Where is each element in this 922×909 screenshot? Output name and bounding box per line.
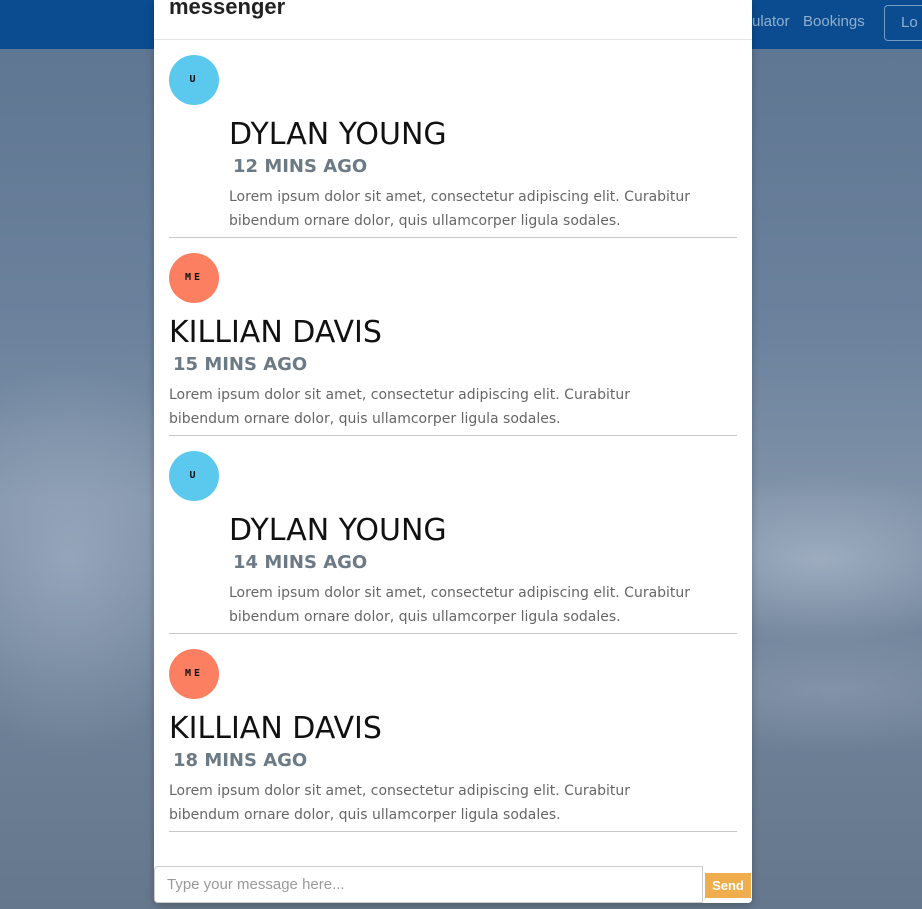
message-timestamp: 18 MINS AGO [173,750,308,771]
send-button[interactable]: Send [705,873,751,898]
message-text: Lorem ipsum dolor sit amet, consectetur … [229,189,691,229]
message-timestamp: 12 MINS AGO [233,156,368,177]
message-body: KILLIAN DAVIS 15 MINS AGO Lorem ipsum do… [169,313,649,431]
message-text: Lorem ipsum dolor sit amet, consectetur … [169,783,631,823]
message-item: ME KILLIAN DAVIS 15 MINS AGO Lorem ipsum… [169,238,737,436]
message-timestamp: 14 MINS AGO [233,552,368,573]
nav-link-bookings[interactable]: Bookings [803,13,865,30]
avatar: U [169,451,219,501]
sender-name: KILLIAN DAVIS [169,711,382,746]
message-timestamp: 15 MINS AGO [173,354,308,375]
message-composer: Send [154,866,752,903]
message-body: DYLAN YOUNG 14 MINS AGO Lorem ipsum dolo… [229,511,709,629]
sender-name: KILLIAN DAVIS [169,315,382,350]
messenger-modal: messenger U DYLAN YOUNG 12 MINS AGO Lore… [154,0,752,903]
login-button[interactable]: Lo [884,5,922,41]
modal-title: messenger [169,0,286,19]
message-item: U DYLAN YOUNG 14 MINS AGO Lorem ipsum do… [169,436,737,634]
avatar: ME [169,253,219,303]
message-item: U DYLAN YOUNG 12 MINS AGO Lorem ipsum do… [169,40,737,238]
message-input[interactable] [154,866,703,903]
nav-link-calculator[interactable]: ulator [752,13,790,30]
modal-header: messenger [154,0,752,40]
message-item: ME KILLIAN DAVIS 18 MINS AGO Lorem ipsum… [169,634,737,832]
sender-name: DYLAN YOUNG [229,117,447,152]
sender-name: DYLAN YOUNG [229,513,447,548]
message-list: U DYLAN YOUNG 12 MINS AGO Lorem ipsum do… [169,40,737,832]
message-body: DYLAN YOUNG 12 MINS AGO Lorem ipsum dolo… [229,115,709,233]
avatar: U [169,55,219,105]
message-text: Lorem ipsum dolor sit amet, consectetur … [169,387,631,427]
avatar: ME [169,649,219,699]
message-body: KILLIAN DAVIS 18 MINS AGO Lorem ipsum do… [169,709,649,827]
message-text: Lorem ipsum dolor sit amet, consectetur … [229,585,691,625]
